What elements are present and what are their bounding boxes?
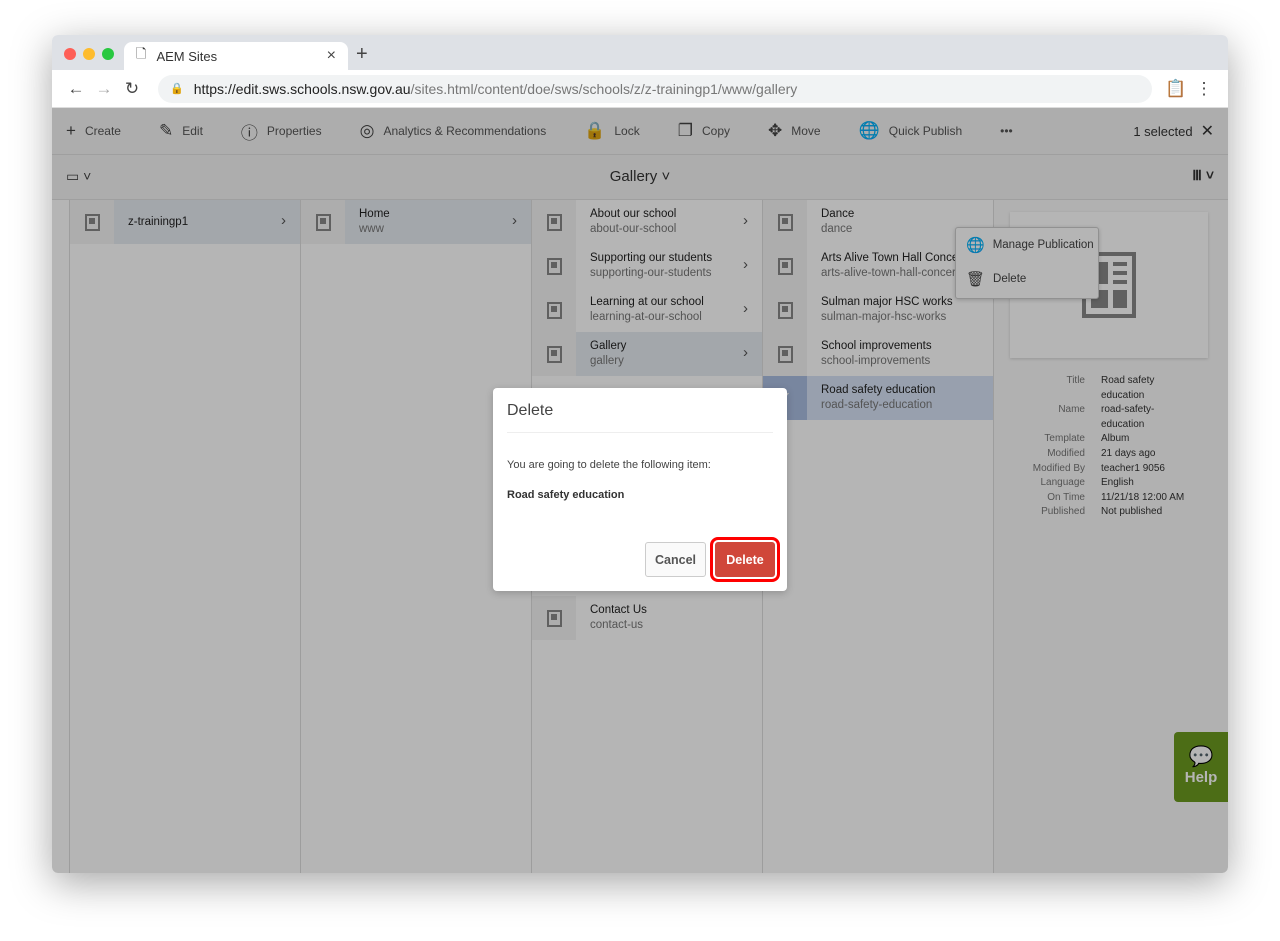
dialog-title: Delete [507,388,773,433]
maximize-window-button[interactable] [102,48,114,60]
delete-dialog: Delete You are going to delete the follo… [493,388,787,591]
address-bar: ← → ↻ 🔒 https://edit.sws.schools.nsw.gov.… [52,70,1228,108]
clipboard-icon[interactable]: 📋 [1162,79,1190,99]
dialog-message: You are going to delete the following it… [507,459,711,471]
url-path: /sites.html/content/doe/sws/schools/z/z-… [410,80,798,97]
tab-title: AEM Sites [156,48,218,64]
minimize-window-button[interactable] [83,48,95,60]
url-host: https://edit.sws.schools.nsw.gov.au [193,80,411,97]
dialog-item: Road safety education [507,489,625,501]
reload-icon[interactable]: ↻ [118,79,146,99]
confirm-delete-button[interactable]: Delete [710,537,780,582]
cancel-button[interactable]: Cancel [645,542,706,577]
new-tab-button[interactable]: + [356,43,368,66]
menu-icon[interactable]: ⋮ [1190,79,1218,99]
lock-icon: 🔒 [170,83,184,95]
close-window-button[interactable] [64,48,76,60]
browser-tab[interactable]: 🗋 AEM Sites × [124,42,348,70]
back-icon[interactable]: ← [62,79,90,99]
tab-bar: 🗋 AEM Sites × + [52,35,1228,70]
page-icon: 🗋 [136,46,147,61]
forward-icon[interactable]: → [90,79,118,99]
url-input[interactable]: 🔒 https://edit.sws.schools.nsw.gov.au/sit… [158,74,1152,103]
close-tab-icon[interactable]: × [327,47,336,65]
